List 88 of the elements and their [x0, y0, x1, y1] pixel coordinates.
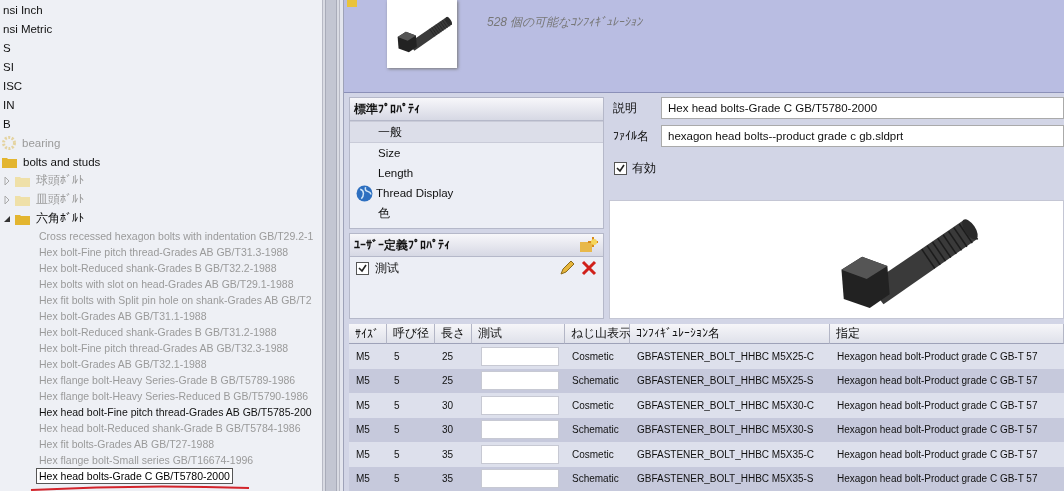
delete-icon[interactable]: [581, 260, 597, 276]
panel-title: 標準ﾌﾟﾛﾊﾟﾃｨ: [354, 101, 420, 117]
column-header[interactable]: ｻｲｽﾞ: [349, 324, 387, 344]
table-cell: GBFASTENER_BOLT_HHBC M5X35-S: [637, 473, 814, 485]
input-field[interactable]: [481, 346, 559, 366]
folder-icon: [347, 0, 357, 7]
table-cell: GBFASTENER_BOLT_HHBC M5X25-S: [637, 375, 814, 387]
table-cell: 35: [442, 473, 454, 485]
column-header[interactable]: 呼び径: [387, 324, 435, 344]
column-header[interactable]: 長さ: [435, 324, 472, 344]
property-item[interactable]: Size: [350, 143, 603, 163]
gear-icon: [2, 135, 16, 150]
globe-icon: [356, 184, 373, 202]
tree-item[interactable]: IN: [0, 96, 18, 113]
table-cell: Hexagon head bolt-Product grade C GB-T 57: [837, 350, 1038, 362]
tree-item[interactable]: B: [0, 115, 14, 132]
field-label: 説明: [612, 100, 638, 116]
table-cell: 5: [394, 350, 400, 362]
table-cell: Hexagon head bolt-Product grade C GB-T 57: [837, 473, 1038, 485]
table-cell: Hexagon head bolt-Product grade C GB-T 57: [837, 375, 1038, 387]
panel-title: ﾕｰｻﾞｰ定義ﾌﾟﾛﾊﾟﾃｨ: [354, 237, 450, 253]
pencil-icon[interactable]: [559, 260, 575, 276]
bolt-drawing: [397, 16, 453, 53]
input-field[interactable]: [481, 371, 559, 391]
text-field[interactable]: Hex head bolts-Grade C GB/T5780-2000: [661, 97, 1064, 119]
table-cell: 30: [442, 399, 454, 411]
column-header[interactable]: 指定: [830, 324, 1064, 344]
text-field[interactable]: hexagon head bolts--product grade c gb.sldprt: [661, 125, 1064, 147]
table-cell: 5: [394, 473, 400, 485]
table-cell: GBFASTENER_BOLT_HHBC M5X25-C: [637, 350, 815, 362]
tree-item[interactable]: bolts and studs: [20, 153, 104, 170]
table-cell: 5: [394, 424, 400, 436]
input-field[interactable]: [481, 469, 559, 489]
input-field[interactable]: [481, 420, 559, 440]
property-name: 測试: [375, 260, 400, 276]
checkbox[interactable]: [356, 261, 369, 275]
table-cell: 35: [442, 448, 454, 460]
table-cell: Schematic: [572, 424, 619, 436]
table-cell: Hexagon head bolt-Product grade C GB-T 57: [837, 448, 1038, 460]
table-cell: 25: [442, 350, 454, 362]
property-item[interactable]: 一般: [350, 121, 603, 143]
tree-item[interactable]: Hex head bolt-Fine pitch thread-Grades AB GB/T5785-200: [36, 404, 315, 420]
table-cell: Schematic: [572, 473, 619, 485]
tree-item[interactable]: ISC: [0, 77, 26, 94]
table-cell: 25: [442, 375, 454, 387]
configuration-count: 528 個の可能なｺﾝﾌｨｷﾞｭﾚｰｼｮﾝ: [487, 14, 643, 31]
table-cell: Schematic: [572, 375, 619, 387]
folder-icon: [2, 155, 17, 168]
column-header[interactable]: ｺﾝﾌｨｷﾞｭﾚｰｼｮﾝ名: [630, 324, 830, 344]
table-cell: Cosmetic: [572, 350, 614, 362]
field-label: ﾌｧｲﾙ名: [612, 128, 650, 144]
add-property-icon[interactable]: [579, 236, 599, 254]
folder-icon: [15, 212, 30, 225]
tree-item[interactable]: nsi Inch: [0, 1, 46, 18]
table-cell: M5: [356, 424, 370, 436]
tree-item[interactable]: Hex head bolts-Grade C GB/T5780-2000: [36, 468, 233, 484]
folder-icon: [15, 193, 30, 206]
tree-item[interactable]: SI: [0, 58, 17, 75]
column-header[interactable]: 測试: [472, 324, 565, 344]
table-cell: 30: [442, 424, 454, 436]
table-cell: Cosmetic: [572, 448, 614, 460]
table-cell: M5: [356, 448, 370, 460]
property-item[interactable]: Length: [350, 163, 603, 183]
table-cell: Cosmetic: [572, 399, 614, 411]
table-cell: GBFASTENER_BOLT_HHBC M5X30-C: [637, 399, 815, 411]
tree-item[interactable]: nsi Metric: [0, 20, 56, 37]
property-item[interactable]: 色: [350, 203, 603, 223]
folder-icon: [15, 174, 30, 187]
checkbox-label: 有効: [632, 161, 656, 176]
input-field[interactable]: [481, 444, 559, 464]
scrollbar-thumb[interactable]: [325, 0, 337, 491]
table-cell: 5: [394, 399, 400, 411]
table-cell: M5: [356, 375, 370, 387]
property-item[interactable]: Thread Display: [350, 183, 603, 203]
table-cell: 5: [394, 448, 400, 460]
input-field[interactable]: [481, 395, 559, 415]
table-cell: M5: [356, 473, 370, 485]
table-cell: M5: [356, 399, 370, 411]
table-cell: Hexagon head bolt-Product grade C GB-T 57: [837, 399, 1038, 411]
table-cell: GBFASTENER_BOLT_HHBC M5X30-S: [637, 424, 814, 436]
table-cell: GBFASTENER_BOLT_HHBC M5X35-C: [637, 448, 815, 460]
column-header[interactable]: ねじ山表示: [565, 324, 630, 344]
table-cell: 5: [394, 375, 400, 387]
tree-item[interactable]: S: [0, 39, 14, 56]
table-cell: M5: [356, 350, 370, 362]
tree-item[interactable]: 六角ﾎﾞﾙﾄ: [33, 209, 87, 228]
checkbox[interactable]: [614, 162, 627, 175]
table-cell: Hexagon head bolt-Product grade C GB-T 57: [837, 424, 1038, 436]
